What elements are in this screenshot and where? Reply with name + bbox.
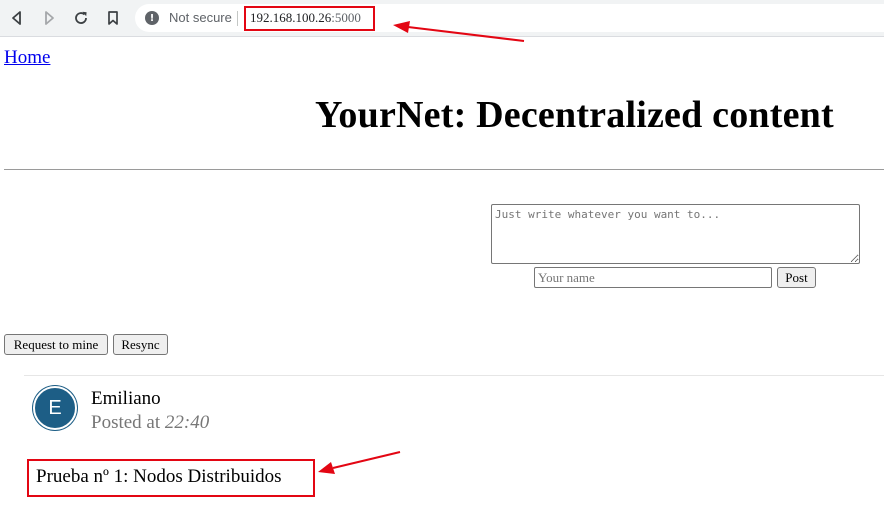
browser-toolbar: ! Not secure 192.168.100.26:5000: [0, 0, 884, 37]
resync-button[interactable]: Resync: [113, 334, 168, 355]
url-highlight-box: [244, 6, 375, 31]
back-arrow-icon[interactable]: [5, 6, 29, 30]
home-link[interactable]: Home: [4, 47, 50, 69]
post-content-textarea[interactable]: [491, 204, 860, 264]
post-card-divider: [24, 375, 884, 376]
annotation-arrows: [318, 21, 525, 474]
request-to-mine-button[interactable]: Request to mine: [4, 334, 108, 355]
author-name-input[interactable]: [534, 267, 772, 288]
horizontal-rule: [4, 169, 884, 170]
not-secure-label[interactable]: Not secure: [169, 10, 232, 25]
page-title: YourNet: Decentralized content: [315, 94, 834, 136]
bookmark-icon[interactable]: [101, 6, 125, 30]
viewport: ! Not secure 192.168.100.26:5000 Home Yo…: [0, 0, 884, 530]
post-timestamp: Posted at 22:40: [91, 412, 209, 434]
post-author: Emiliano: [91, 388, 161, 409]
post-button[interactable]: Post: [777, 267, 816, 288]
address-divider: [237, 11, 238, 26]
post-annotation-arrow: [318, 451, 401, 474]
reload-icon[interactable]: [69, 6, 93, 30]
posted-time: 22:40: [164, 412, 210, 433]
info-icon[interactable]: !: [145, 11, 159, 25]
forward-arrow-icon[interactable]: [37, 6, 61, 30]
post-highlight-box: [27, 459, 315, 497]
posted-at-prefix: Posted at: [91, 412, 161, 433]
avatar: E: [33, 386, 77, 430]
